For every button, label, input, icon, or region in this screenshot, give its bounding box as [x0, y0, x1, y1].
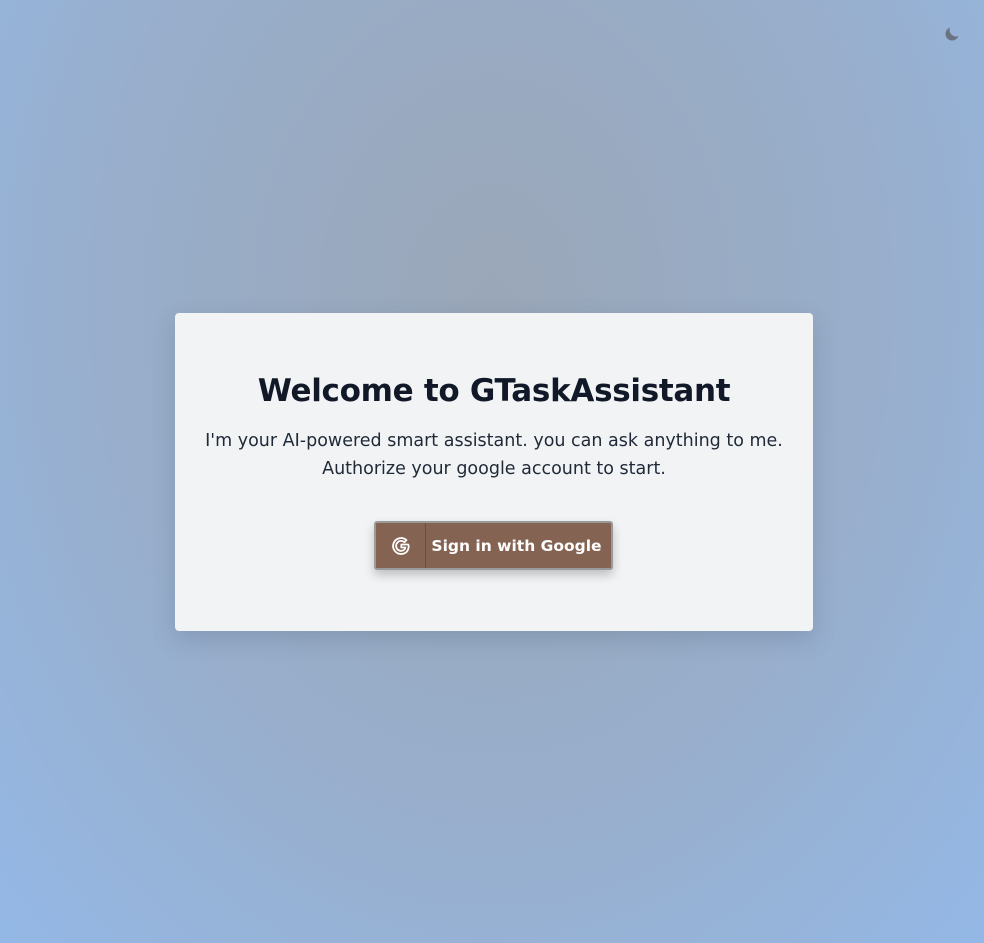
- sign-in-with-google-button[interactable]: Sign in with Google: [374, 521, 613, 570]
- welcome-description: I'm your AI-powered smart assistant. you…: [175, 427, 813, 483]
- welcome-card: Welcome to GTaskAssistant I'm your AI-po…: [175, 313, 813, 631]
- moon-icon: [943, 25, 961, 48]
- page-title: Welcome to GTaskAssistant: [257, 373, 731, 409]
- welcome-description-line1: I'm your AI-powered smart assistant. you…: [205, 431, 783, 451]
- theme-toggle-button[interactable]: [940, 24, 964, 48]
- google-icon: [376, 523, 426, 568]
- sign-in-button-label: Sign in with Google: [431, 536, 602, 555]
- welcome-description-line2: Authorize your google account to start.: [322, 459, 666, 479]
